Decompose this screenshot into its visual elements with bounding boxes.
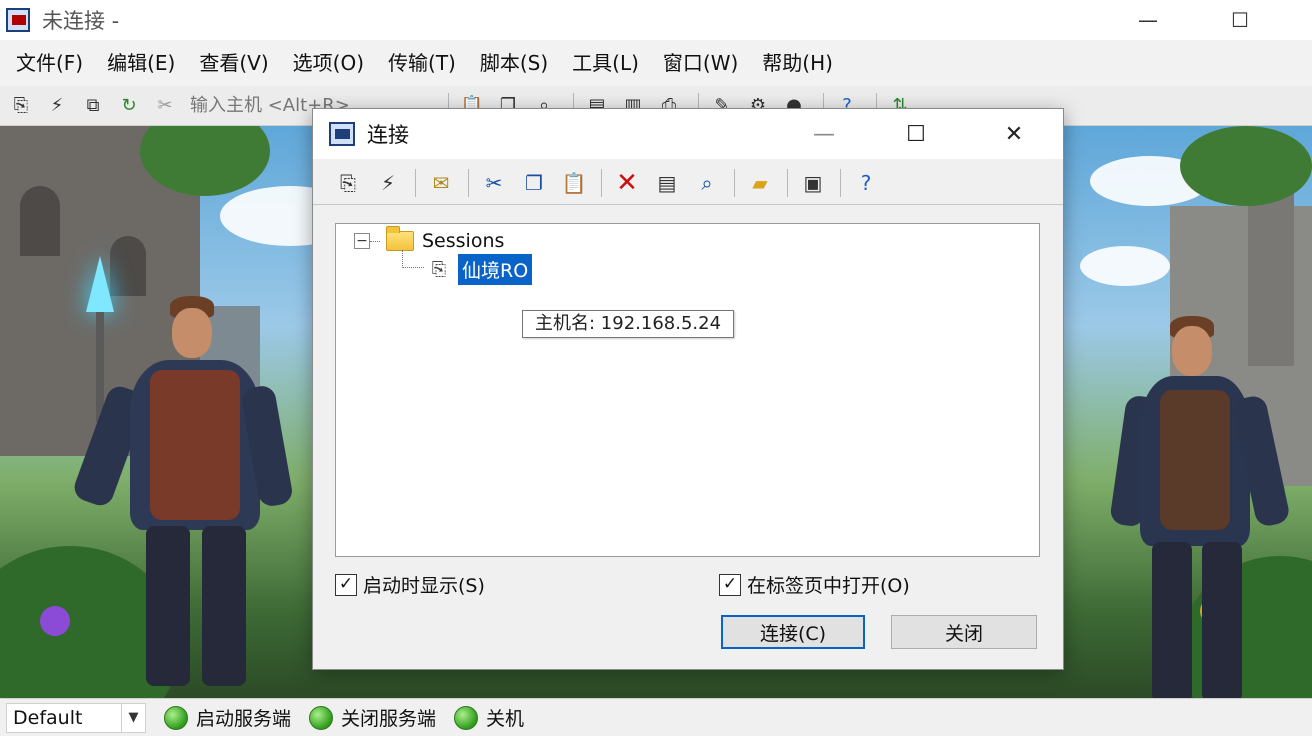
app-titlebar: 未连接 - — ☐ [0,0,1312,40]
connect-in-tab-icon[interactable]: ⚡ [371,168,405,198]
toolbar-separator [601,168,602,197]
checkbox-label: 在标签页中打开(O) [747,575,910,597]
checkbox-box[interactable]: ✓ [719,573,741,596]
tree-foliage [1180,126,1312,206]
session-tree[interactable]: − Sessions ⎘ 仙境RO 主机名: 192.168.5.24 [335,223,1040,557]
green-status-icon [454,705,479,730]
menu-bar: 文件(F) 编辑(E) 查看(V) 选项(O) 传输(T) 脚本(S) 工具(L… [0,40,1312,86]
connect-icon[interactable]: ⎘ [6,92,36,120]
tree-connector [402,250,424,268]
button-label: 关机 [486,708,525,730]
disconnect-icon[interactable]: ✂ [150,92,180,120]
tree-node-session[interactable]: ⎘ 仙境RO [426,254,533,285]
hero-head [172,308,212,358]
chevron-down-icon[interactable]: ▼ [121,703,145,732]
quick-connect-icon[interactable]: ⎘ [331,168,365,198]
toolbar-separator [734,168,735,197]
toolbar-separator [840,168,841,197]
hero-head [1172,326,1212,376]
green-status-icon [164,705,188,730]
connect-button[interactable]: 连接(C) [721,615,865,649]
session-label: 仙境RO [458,254,533,285]
find-icon[interactable]: ⌕ [690,168,724,198]
dialog-close-button[interactable]: ✕ [987,109,1041,159]
cut-icon[interactable]: ✂ [477,168,511,198]
app-title: 未连接 - [42,9,120,33]
cloud [1080,246,1170,286]
dialog-minimize-button[interactable]: — [797,109,851,159]
crystal-staff [86,256,114,312]
hero-leg [146,526,190,686]
tree-node-sessions[interactable]: − Sessions [354,226,505,252]
menu-options[interactable]: 选项(O) [281,40,376,86]
toolbar-separator [415,168,416,197]
menu-window[interactable]: 窗口(W) [651,40,750,86]
profile-value: Default [13,706,83,729]
shutdown-button[interactable]: 关机 [454,704,524,731]
close-button[interactable]: 关闭 [891,615,1037,649]
menu-script[interactable]: 脚本(S) [468,40,560,86]
hero-vest [150,370,240,520]
menu-transfer[interactable]: 传输(T) [376,40,468,86]
tree-node-label: Sessions [422,230,505,252]
dialog-icon [329,122,355,146]
tree-connector [370,240,380,242]
reconnect-icon[interactable]: ↻ [114,92,144,120]
flower [40,606,70,636]
help-icon[interactable]: ? [849,168,883,198]
dialog-toolbar: ⎘ ⚡ ✉ ✂ ❐ 📋 ✕ ▤ ⌕ ▰ ▣ ? [313,161,1063,205]
new-folder-icon[interactable]: ▰ [743,168,777,198]
hero-vest [1160,390,1230,530]
profile-dropdown[interactable]: Default ▼ [6,702,146,733]
connect-dialog: 连接 — ☐ ✕ ⎘ ⚡ ✉ ✂ ❐ 📋 ✕ ▤ ⌕ ▰ ▣ ? − Sessi… [312,108,1064,670]
hero-leg [202,526,246,686]
menu-file[interactable]: 文件(F) [4,40,95,86]
hero-left [70,256,300,696]
button-label: 关闭服务端 [341,708,437,730]
terminal-icon[interactable]: ▣ [796,168,830,198]
properties-icon[interactable]: ▤ [650,168,684,198]
dialog-titlebar: 连接 — ☐ ✕ [313,109,1063,159]
maximize-button[interactable]: ☐ [1210,0,1270,40]
checkbox-label: 启动时显示(S) [363,575,485,597]
hostname-tooltip: 主机名: 192.168.5.24 [522,310,735,338]
minimize-button[interactable]: — [1118,0,1178,40]
toolbar-separator [787,168,788,197]
menu-tools[interactable]: 工具(L) [560,40,651,86]
hero-leg [1152,542,1192,698]
status-bar: Default ▼ 启动服务端 关闭服务端 关机 [0,698,1312,736]
copy-icon[interactable]: ❐ [517,168,551,198]
delete-icon[interactable]: ✕ [610,168,644,198]
show-on-startup-checkbox[interactable]: ✓ 启动时显示(S) [335,571,485,598]
collapse-toggle[interactable]: − [354,233,370,249]
menu-help[interactable]: 帮助(H) [750,40,845,86]
folder-icon [386,226,414,251]
app-icon [6,8,30,32]
checkbox-box[interactable]: ✓ [335,573,357,596]
menu-edit[interactable]: 编辑(E) [95,40,187,86]
dialog-title: 连接 [367,123,409,147]
session-icon: ⎘ [431,259,447,280]
button-label: 启动服务端 [196,708,292,730]
new-session-icon[interactable]: ✉ [424,168,458,198]
toolbar-separator [468,168,469,197]
quick-connect-icon[interactable]: ⚡ [42,92,72,120]
hero-right [1109,316,1310,698]
menu-view[interactable]: 查看(V) [187,40,280,86]
stop-server-button[interactable]: 关闭服务端 [309,704,436,731]
dialog-maximize-button[interactable]: ☐ [889,109,943,159]
open-in-tab-checkbox[interactable]: ✓ 在标签页中打开(O) [719,571,910,598]
start-server-button[interactable]: 启动服务端 [164,704,291,731]
hero-leg [1202,542,1242,698]
connect-tab-icon[interactable]: ⧉ [78,92,108,120]
green-status-icon [309,705,334,730]
castle-window [20,186,60,256]
paste-icon[interactable]: 📋 [557,168,591,198]
